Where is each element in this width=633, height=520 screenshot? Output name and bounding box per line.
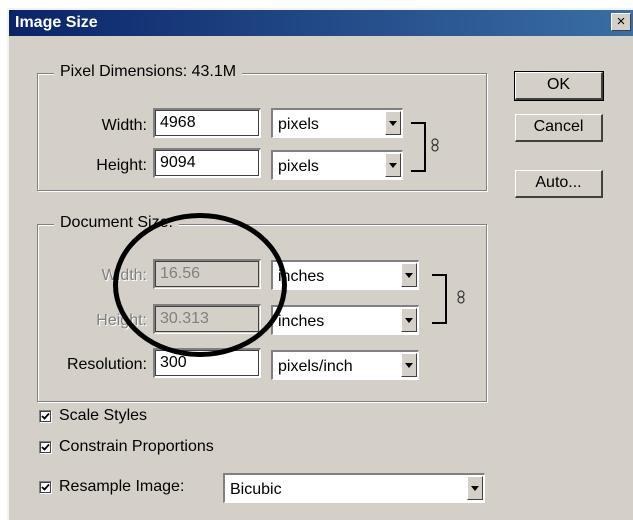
chevron-down-icon[interactable] — [385, 111, 401, 135]
checkmark-icon — [41, 412, 50, 420]
doc-height-label: Height: — [96, 312, 147, 329]
scale-styles-label[interactable]: Scale Styles — [59, 407, 147, 425]
image-size-dialog: Image Size × Pixel Dimensions: 43.1M Wid… — [7, 8, 633, 520]
resample-image-label[interactable]: Resample Image: — [59, 478, 184, 496]
constrain-proportions-checkbox[interactable] — [39, 441, 52, 454]
checkmark-icon — [41, 443, 50, 451]
chevron-down-icon[interactable] — [401, 308, 417, 332]
title-bar[interactable]: Image Size × — [9, 10, 633, 36]
doc-width-unit-value: inches — [278, 268, 325, 285]
resample-method-value: Bicubic — [230, 481, 282, 498]
pixel-height-input[interactable]: 9094 — [153, 148, 261, 178]
document-size-legend: Document Size: — [54, 214, 179, 232]
chevron-down-icon[interactable] — [401, 263, 417, 287]
auto-button[interactable]: Auto... — [515, 170, 603, 198]
pixel-width-unit-select[interactable]: pixels — [271, 108, 403, 138]
cancel-button[interactable]: Cancel — [515, 114, 603, 142]
resolution-unit-value: pixels/inch — [278, 358, 353, 375]
chevron-down-icon[interactable] — [401, 353, 417, 377]
resolution-unit-select[interactable]: pixels/inch — [271, 350, 419, 380]
doc-width-input: 16.56 — [153, 259, 261, 289]
pixel-width-label: Width: — [101, 117, 147, 134]
pixel-dimensions-legend: Pixel Dimensions: 43.1M — [54, 63, 243, 81]
constrain-proportions-label[interactable]: Constrain Proportions — [59, 438, 214, 456]
chevron-down-icon[interactable] — [385, 153, 401, 177]
doc-constrain-bracket — [432, 274, 447, 324]
doc-height-unit-select[interactable]: inches — [271, 305, 419, 335]
pixel-height-unit-value: pixels — [278, 158, 319, 175]
resample-method-select[interactable]: Bicubic — [223, 473, 485, 503]
pixel-height-label: Height: — [96, 157, 147, 174]
resolution-label: Resolution: — [66, 356, 147, 373]
pixel-width-unit-value: pixels — [278, 116, 319, 133]
close-button[interactable]: × — [611, 13, 631, 31]
doc-width-unit-select[interactable]: inches — [271, 260, 419, 290]
pixel-height-unit-select[interactable]: pixels — [271, 150, 403, 180]
chain-link-icon — [431, 138, 439, 152]
scale-styles-checkbox[interactable] — [39, 410, 52, 423]
checkmark-icon — [41, 483, 50, 491]
window-title: Image Size — [15, 14, 98, 31]
chevron-down-icon[interactable] — [467, 476, 483, 500]
chain-link-icon — [457, 290, 465, 304]
pixel-width-input[interactable]: 4968 — [153, 108, 261, 138]
resolution-input[interactable]: 300 — [153, 348, 261, 378]
doc-height-input: 30.313 — [153, 304, 261, 334]
resample-image-checkbox[interactable] — [39, 481, 52, 494]
doc-width-label: Width: — [101, 267, 147, 284]
close-icon: × — [616, 13, 626, 30]
doc-height-unit-value: inches — [278, 313, 325, 330]
ok-button[interactable]: OK — [514, 71, 604, 101]
pixel-constrain-bracket — [411, 122, 426, 172]
